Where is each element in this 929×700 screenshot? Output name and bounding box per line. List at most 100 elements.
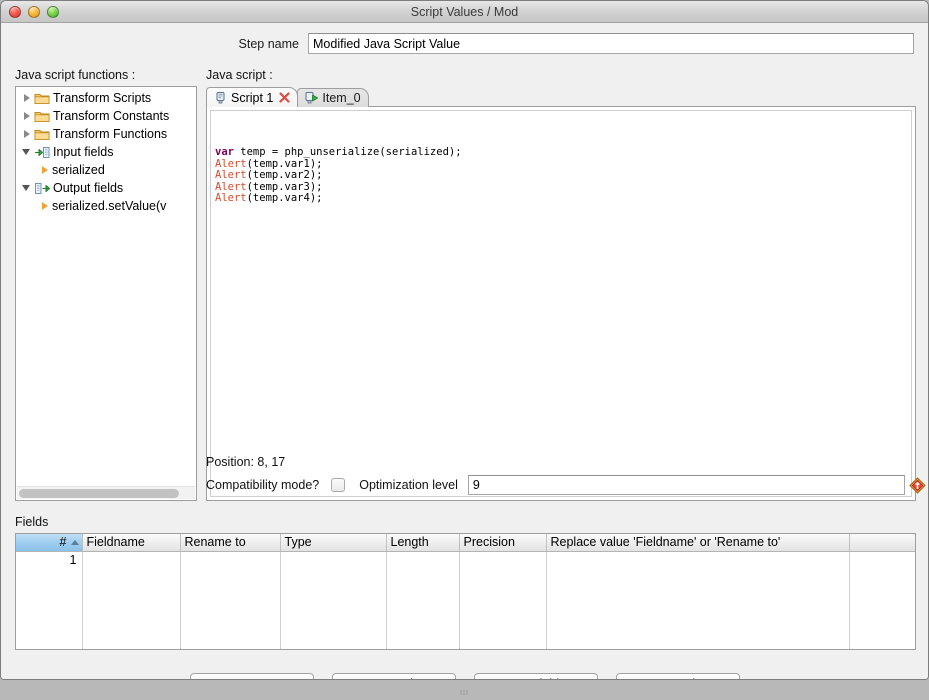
script-values-mod-window: Script Values / Mod Step name Java scrip… [0, 0, 929, 680]
traffic-light-group [9, 6, 59, 18]
column-header-label: # [60, 535, 67, 549]
output-fields-icon [34, 181, 51, 196]
column-header-number[interactable]: # [16, 534, 82, 551]
dialog-body: Step name Java script functions : [1, 23, 928, 679]
tab-label: Item_0 [322, 91, 360, 105]
table-row[interactable]: 1 [16, 551, 915, 649]
code-fn-alert-3: Alert [215, 181, 247, 193]
java-script-label: Java script : [206, 67, 916, 86]
folder-icon [34, 91, 51, 106]
tree-item-label: Transform Functions [53, 126, 167, 142]
hscrollbar-thumb[interactable] [19, 489, 179, 498]
tree-item-input-fields[interactable]: Input fields [16, 143, 196, 161]
tree-item-label: Output fields [53, 180, 123, 196]
tab-label: Script 1 [231, 91, 273, 105]
tree-item-label: serialized.setValue(v [52, 198, 166, 214]
input-fields-icon [34, 145, 51, 160]
code-line-3-rest: (temp.var2); [247, 169, 323, 181]
tree-item-transform-constants[interactable]: Transform Constants [16, 107, 196, 125]
optimization-level-input[interactable] [468, 475, 905, 495]
code-keyword-var: var [215, 146, 234, 158]
chevron-right-icon[interactable] [20, 109, 34, 123]
test-script-button[interactable]: Test script [616, 673, 740, 680]
cell-length[interactable] [386, 551, 459, 649]
triangle-right-icon [38, 199, 52, 213]
zoom-button[interactable] [47, 6, 59, 18]
tab-script-1[interactable]: Script 1 [206, 87, 298, 107]
get-variables-button[interactable]: Get variables [474, 673, 598, 680]
chevron-down-icon[interactable] [20, 181, 34, 195]
cell-precision[interactable] [459, 551, 546, 649]
functions-tree-scroll-area: Transform Scripts Transform Constants [16, 87, 196, 485]
cell-row-number: 1 [16, 551, 82, 649]
column-header-precision[interactable]: Precision [459, 534, 546, 551]
code-line-1-rest: temp = php_unserialize(serialized); [234, 146, 462, 158]
cell-rename-to[interactable] [180, 551, 280, 649]
column-header-replace-value[interactable]: Replace value 'Fieldname' or 'Rename to' [546, 534, 849, 551]
step-name-label: Step name [15, 37, 308, 51]
close-icon[interactable] [279, 92, 290, 103]
ok-button[interactable]: OK [190, 673, 314, 680]
java-script-functions-panel: Java script functions : Transform S [15, 67, 197, 501]
variable-diamond-icon[interactable] [909, 477, 926, 494]
tree-item-transform-functions[interactable]: Transform Functions [16, 125, 196, 143]
dialog-button-row: OK Cancel Get variables Test script [1, 673, 928, 680]
triangle-right-icon [38, 163, 52, 177]
fields-table-wrapper[interactable]: # Fieldname Rename to Type Length Precis… [15, 533, 916, 650]
tree-item-transform-scripts[interactable]: Transform Scripts [16, 89, 196, 107]
chevron-right-icon[interactable] [20, 91, 34, 105]
cell-fieldname[interactable] [82, 551, 180, 649]
window-titlebar: Script Values / Mod [1, 1, 928, 23]
step-name-input[interactable] [308, 33, 914, 54]
code-line-4-rest: (temp.var3); [247, 181, 323, 193]
cell-extra[interactable] [849, 551, 915, 649]
java-script-functions-label: Java script functions : [15, 67, 197, 86]
tree-item-label: Transform Constants [53, 108, 169, 124]
column-header-rename-to[interactable]: Rename to [180, 534, 280, 551]
chevron-down-icon[interactable] [20, 145, 34, 159]
code-fn-alert-4: Alert [215, 192, 247, 204]
tree-item-serialized[interactable]: serialized [16, 161, 196, 179]
window-resize-grip[interactable] [453, 682, 477, 687]
script-code[interactable]: var temp = php_unserialize(serialized); … [211, 111, 911, 205]
script-editor[interactable]: var temp = php_unserialize(serialized); … [206, 107, 916, 501]
functions-tree[interactable]: Transform Scripts Transform Constants [15, 86, 197, 501]
compatibility-mode-checkbox[interactable] [331, 478, 345, 492]
chevron-right-icon[interactable] [20, 127, 34, 141]
tree-item-output-fields[interactable]: Output fields [16, 179, 196, 197]
fields-table: # Fieldname Rename to Type Length Precis… [16, 534, 916, 649]
sort-ascending-icon [71, 540, 79, 545]
cell-type[interactable] [280, 551, 386, 649]
fields-table-header-row: # Fieldname Rename to Type Length Precis… [16, 534, 915, 551]
folder-icon [34, 109, 51, 124]
code-fn-alert-2: Alert [215, 169, 247, 181]
tree-item-label: serialized [52, 162, 105, 178]
tree-item-serialized-setvalue[interactable]: serialized.setValue(v [16, 197, 196, 215]
cursor-position-label: Position: 8, 17 [206, 455, 285, 469]
column-header-type[interactable]: Type [280, 534, 386, 551]
tree-item-label: Input fields [53, 144, 113, 160]
close-button[interactable] [9, 6, 21, 18]
folder-icon [34, 127, 51, 142]
column-header-fieldname[interactable]: Fieldname [82, 534, 180, 551]
window-title: Script Values / Mod [1, 1, 928, 23]
compatibility-mode-label: Compatibility mode? [206, 478, 319, 492]
tree-item-label: Transform Scripts [53, 90, 151, 106]
functions-tree-hscrollbar[interactable] [17, 486, 195, 499]
script-editor-inner[interactable]: var temp = php_unserialize(serialized); … [210, 110, 912, 497]
code-line-2-rest: (temp.var1); [247, 158, 323, 170]
column-header-length[interactable]: Length [386, 534, 459, 551]
tab-item-0[interactable]: Item_0 [297, 88, 368, 107]
script-tab-strip: Script 1 [206, 86, 916, 107]
script-run-icon [304, 91, 319, 105]
java-script-panel: Java script : Script 1 [206, 67, 916, 501]
minimize-button[interactable] [28, 6, 40, 18]
optimization-level-label: Optimization level [359, 478, 458, 492]
column-header-extra[interactable] [849, 534, 915, 551]
main-split-area: Java script functions : Transform S [15, 67, 916, 501]
cell-replace-value[interactable] [546, 551, 849, 649]
step-name-row: Step name [1, 23, 928, 56]
compatibility-row: Compatibility mode? Optimization level [206, 475, 926, 495]
fields-section-label: Fields [15, 515, 48, 529]
cancel-button[interactable]: Cancel [332, 673, 456, 680]
